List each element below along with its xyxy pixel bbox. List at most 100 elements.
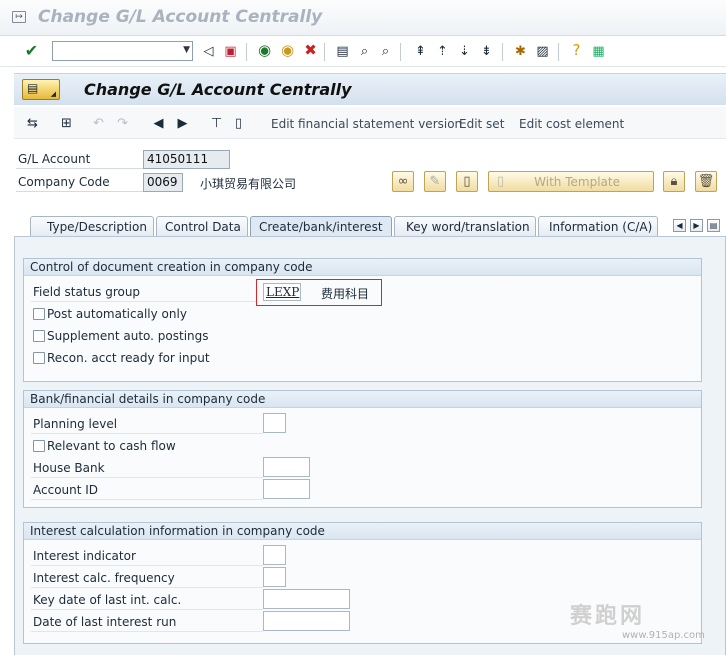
field-status-group-line [31,301,257,302]
redo-icon: ↷ [117,116,128,131]
other-account-icon[interactable]: ⇆ [24,115,41,132]
tab-information-ca[interactable]: Information (C/A) [538,216,658,237]
last-interest-run-line [31,631,263,632]
gl-account-underline [16,168,144,169]
interest-frequency-label: Interest calc. frequency [33,571,175,585]
previous-entry-icon[interactable]: ◀ [150,115,167,132]
interest-indicator-label: Interest indicator [33,549,136,563]
edit-fs-version-button[interactable]: Edit financial statement version [271,117,462,131]
layout-menu-icon[interactable]: ▦ [590,43,607,60]
command-field[interactable]: ▼ [52,41,193,61]
arrow-left-icon[interactable]: ◁ [200,43,217,60]
key-date-field[interactable] [263,589,350,609]
shortcut-icon[interactable]: ▨ [534,43,551,60]
planning-level-field[interactable] [263,413,286,433]
exit-icon[interactable]: ↦ [12,11,26,23]
relevant-cash-flow-label: Relevant to cash flow [47,439,176,453]
tab-label: Create/bank/interest [259,220,383,234]
watermark-url: www.915ap.com [622,630,705,641]
company-code-field[interactable]: 0069 [143,173,183,192]
supplement-auto-checkbox[interactable] [33,330,45,342]
recon-acct-checkbox[interactable] [33,352,45,364]
enter-checkmark-icon[interactable]: ✔ [23,42,40,59]
first-page-icon[interactable]: ⇞ [412,43,429,60]
previous-page-icon[interactable]: ⇡ [434,43,451,60]
dropdown-corner-icon: ◢ [50,90,56,98]
save-icon[interactable]: ▣ [222,43,239,60]
next-page-icon[interactable]: ⇣ [456,43,473,60]
toolbar-separator [558,43,559,61]
field-status-group-field[interactable]: LEXP [263,283,301,301]
tab-scroll-left-icon[interactable]: ◀ [673,219,686,232]
field-status-group-value: LEXP [266,285,300,299]
planning-level-label: Planning level [33,417,118,431]
blank-document-icon: ▯ [463,174,471,189]
create-button[interactable]: ▯ [456,171,478,192]
tab-key-word-translation[interactable]: Key word/translation [394,216,536,237]
next-entry-icon[interactable]: ▶ [174,115,191,132]
tab-label: Type/Description [47,220,147,234]
interest-indicator-field[interactable] [263,545,286,565]
post-automatically-label: Post automatically only [47,307,187,321]
undo-icon: ↶ [93,116,104,131]
lock-icon: 🔒︎ [670,174,678,189]
last-interest-run-label: Date of last interest run [33,615,177,629]
group-title: Control of document creation in company … [24,259,701,276]
post-automatically-checkbox[interactable] [33,308,45,320]
key-date-label: Key date of last int. calc. [33,593,182,607]
menu-icon: ▤ [27,81,39,95]
account-id-line [31,499,263,500]
tab-label: Control Data [165,220,241,234]
account-id-field[interactable] [263,479,310,499]
chevron-down-icon[interactable]: ▼ [183,45,190,55]
group-title: Bank/financial details in company code [24,391,701,408]
tab-type-description[interactable]: Type/Description [30,216,154,237]
field-status-group-label: Field status group [33,285,141,299]
group-title: Interest calculation information in comp… [24,523,701,540]
planning-level-line [31,433,263,434]
filter-icon[interactable]: ⊤ [208,115,225,132]
company-code-underline [16,191,144,192]
house-bank-line [31,477,263,478]
edit-button[interactable]: ✎ [424,171,446,192]
lock-button[interactable]: 🔒︎ [663,171,685,192]
relevant-cash-flow-checkbox[interactable] [33,440,45,452]
help-icon[interactable]: ? [568,42,585,59]
print-icon[interactable]: ▤ [334,43,351,60]
interest-frequency-field[interactable] [263,567,286,587]
house-bank-field[interactable] [263,457,310,477]
exit-nav-icon[interactable]: ◉ [279,42,296,59]
cancel-icon[interactable]: ✖ [302,42,319,59]
gl-account-field[interactable]: 41050111 [143,150,230,169]
supplement-auto-label: Supplement auto. postings [47,329,209,343]
field-status-group-desc: 费用科目 [321,287,370,301]
pencil-icon: ✎ [429,174,441,189]
find-icon[interactable]: ⌕ [356,43,373,60]
edit-set-button[interactable]: Edit set [459,117,504,131]
tab-control-data[interactable]: Control Data [156,216,248,237]
watermark-logo: 赛跑网 [570,604,646,629]
trash-icon: 🗑︎ [697,174,715,189]
delete-button[interactable]: 🗑︎ [695,171,717,192]
with-template-button[interactable]: ▯ With Template [488,171,654,192]
menu-button[interactable]: ▤ ◢ [22,79,60,100]
document-icon[interactable]: ▯ [230,115,247,132]
back-icon[interactable]: ◉ [256,42,273,59]
hierarchy-icon[interactable]: ⊞ [58,115,75,132]
last-page-icon[interactable]: ⇟ [478,43,495,60]
tab-scroll-right-icon[interactable]: ▶ [690,219,703,232]
page-title: Change G/L Account Centrally [84,80,352,99]
last-interest-run-field[interactable] [263,611,350,631]
toolbar-separator [400,43,401,61]
template-icon: ▯ [497,174,505,189]
tab-list-icon[interactable]: ▤ [707,219,720,232]
new-session-icon[interactable]: ✱ [512,43,529,60]
account-id-label: Account ID [33,483,99,497]
recon-acct-label: Recon. acct ready for input [47,351,210,365]
house-bank-label: House Bank [33,461,105,475]
key-date-line [31,609,263,610]
tab-create-bank-interest[interactable]: Create/bank/interest [250,216,392,237]
find-next-icon[interactable]: ⌕ [377,43,394,60]
edit-cost-element-button[interactable]: Edit cost element [519,117,624,131]
display-change-button[interactable]: ∞ [392,171,414,192]
